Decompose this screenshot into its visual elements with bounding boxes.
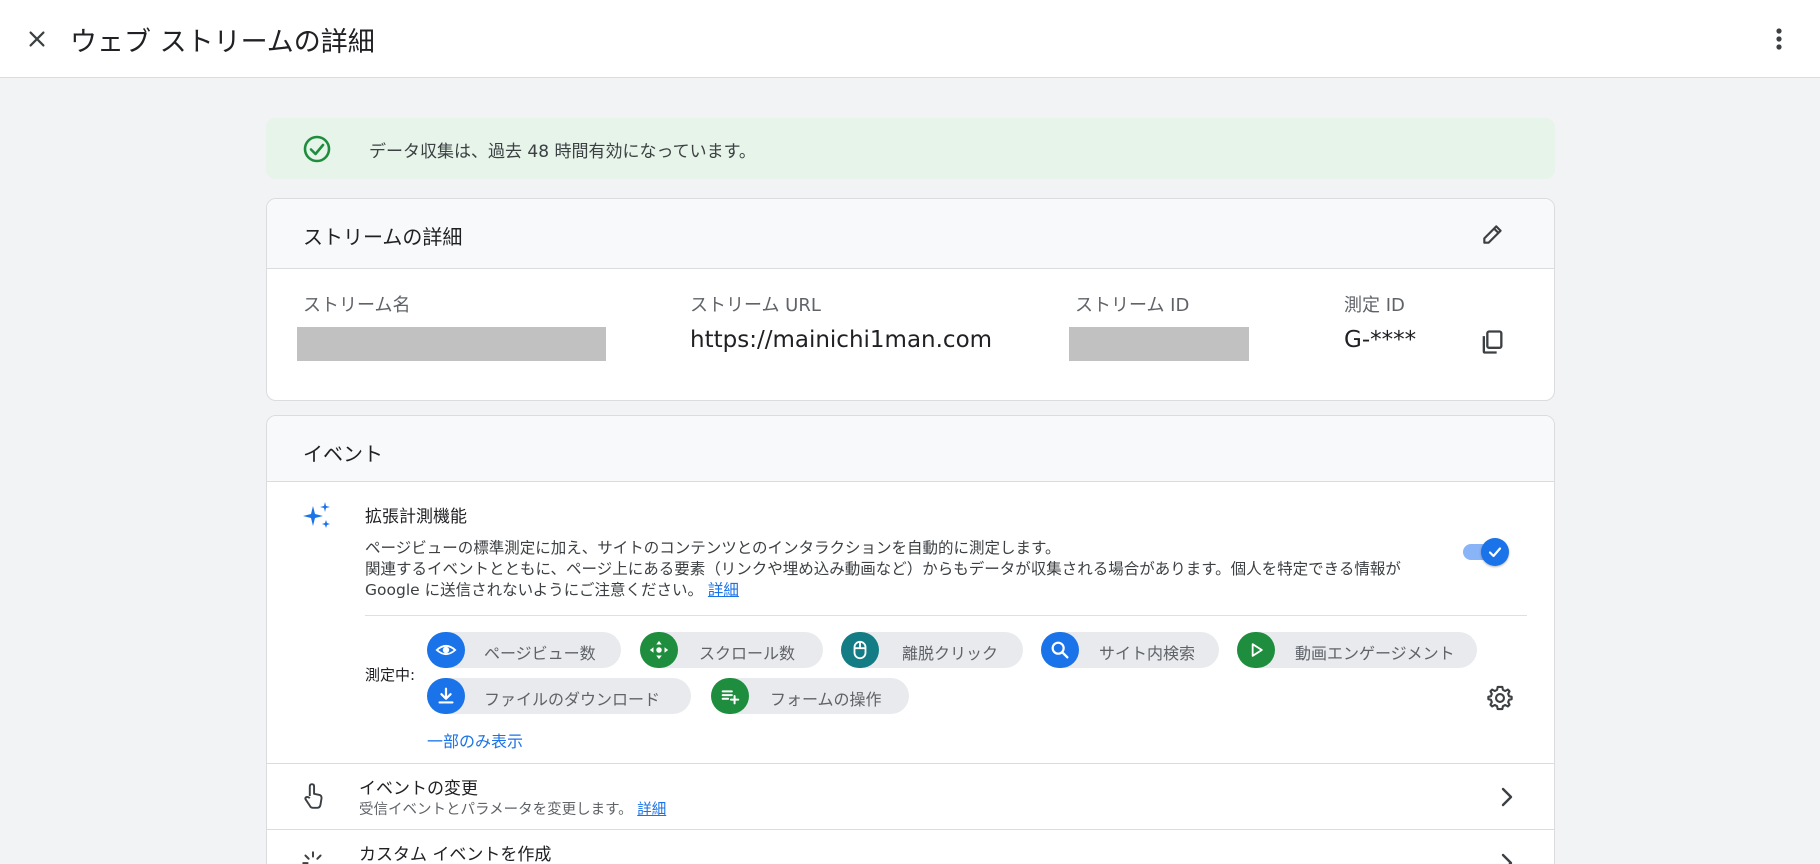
stream-name-redacted [297,327,606,361]
enhanced-measurement-description: ページビューの標準測定に加え、サイトのコンテンツとのインタラクションを自動的に測… [365,538,1445,601]
settings-button[interactable] [1483,681,1517,715]
divider [365,615,1527,616]
download-icon [438,687,454,704]
scroll-icon [649,640,669,660]
chip-label: スクロール数 [699,644,796,663]
chevron-right-icon [1501,787,1513,807]
show-less-link[interactable]: 一部のみ表示 [427,728,523,752]
measurement-id-label: 測定 ID [1344,295,1405,316]
pencil-icon [1483,225,1502,244]
chip-label: フォームの操作 [770,690,882,709]
check-circle-icon [303,135,331,163]
stream-details-header: ストリームの詳細 [267,199,1554,269]
form-icon [721,690,740,705]
sparkle-touch-icon [302,851,322,864]
gear-icon [1487,685,1513,711]
chip-video-engagement[interactable]: 動画エンゲージメント [1237,632,1477,668]
more-options-button[interactable] [1764,24,1794,54]
stream-details-card: ストリームの詳細 ストリーム名 ストリーム URL https://mainic… [266,198,1555,401]
create-custom-event-row[interactable]: カスタム イベントを作成 [267,829,1554,864]
row-title: イベントの変更 [359,779,478,799]
search-icon [1051,641,1069,659]
stream-url-label: ストリーム URL [690,295,821,316]
chip-form-interactions[interactable]: フォームの操作 [711,678,909,714]
page-title: ウェブ ストリームの詳細 [70,27,375,58]
enhanced-details-link[interactable]: 詳細 [708,581,739,599]
eye-icon [435,644,457,656]
touch-icon [304,783,323,809]
measurement-id-value: G-**** [1344,327,1417,353]
events-card: イベント 拡張計測機能 ページビューの標準測定に加え、サイトのコンテンツとのイン… [266,415,1555,864]
enhanced-measurement-title: 拡張計測機能 [365,507,467,527]
stream-id-redacted [1069,327,1249,361]
stream-name-label: ストリーム名 [303,295,411,316]
chip-label: ページビュー数 [484,644,596,663]
close-icon [29,31,45,47]
close-button[interactable] [22,24,52,54]
copy-button[interactable] [1475,325,1509,359]
toggle-knob [1481,538,1509,566]
measuring-label: 測定中: [365,666,416,684]
chip-label: 動画エンゲージメント [1295,644,1455,663]
modify-events-row[interactable]: イベントの変更 受信イベントとパラメータを変更します。 詳細 [267,763,1554,829]
check-icon [1488,547,1502,558]
chip-file-downloads[interactable]: ファイルのダウンロード [427,678,691,714]
more-vert-icon [1776,28,1782,50]
stream-details-title: ストリームの詳細 [303,225,463,249]
chip-label: ファイルのダウンロード [484,690,661,709]
events-title: イベント [303,442,383,466]
stream-url-value: https://mainichi1man.com [690,327,993,353]
chip-label: 離脱クリック [902,644,999,663]
status-banner: データ収集は、過去 48 時間有効になっています。 [266,118,1555,179]
chip-outbound-clicks[interactable]: 離脱クリック [841,632,1023,668]
top-bar: ウェブ ストリームの詳細 [0,0,1820,78]
chip-label: サイト内検索 [1099,644,1196,663]
copy-icon [1482,330,1503,354]
events-header: イベント [267,416,1554,482]
edit-button[interactable] [1478,219,1508,249]
play-icon [1251,643,1263,657]
mouse-icon [853,640,867,660]
chevron-right-icon [1501,853,1513,864]
enhanced-desc-line1: ページビューの標準測定に加え、サイトのコンテンツとのインタラクションを自動的に測… [365,539,1061,557]
row-subtitle: 受信イベントとパラメータを変更します。 詳細 [359,798,666,819]
chip-scrolls[interactable]: スクロール数 [640,632,823,668]
sparkle-icon [303,502,330,528]
row-title: カスタム イベントを作成 [359,845,552,864]
stream-id-label: ストリーム ID [1075,295,1190,316]
enhanced-measurement-toggle[interactable] [1463,536,1509,566]
chip-site-search[interactable]: サイト内検索 [1041,632,1219,668]
row-subtitle-text: 受信イベントとパラメータを変更します。 [359,802,633,818]
enhanced-desc-line2: 関連するイベントとともに、ページ上にある要素（リンクや埋め込み動画など）からもデ… [365,560,1401,599]
banner-text: データ収集は、過去 48 時間有効になっています。 [369,142,756,162]
row-details-link[interactable]: 詳細 [637,802,666,818]
chip-page-views[interactable]: ページビュー数 [427,632,621,668]
